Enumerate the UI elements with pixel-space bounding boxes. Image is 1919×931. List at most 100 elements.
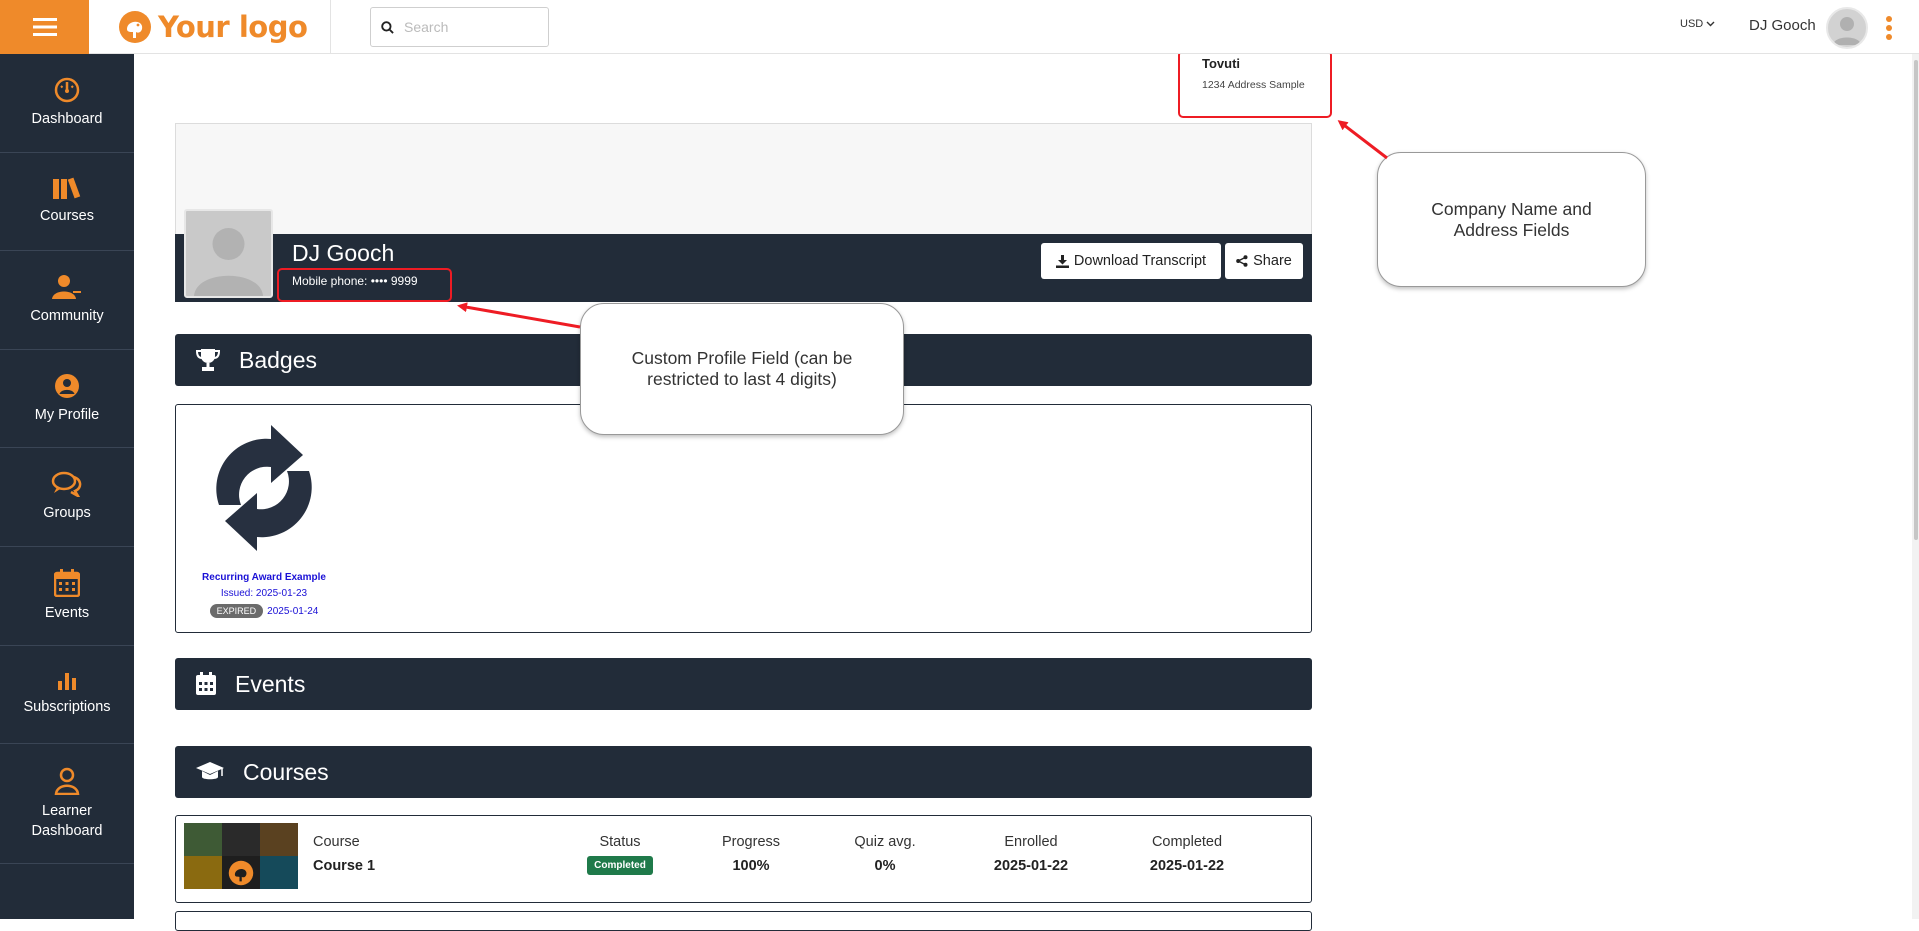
sidebar: Dashboard Courses Community My Profile G… [0,54,134,919]
badge-title[interactable]: Recurring Award Example [186,572,342,583]
logo-your: Your [158,10,230,44]
scrollbar-thumb[interactable] [1914,60,1918,540]
courses-section-title: Courses [243,758,329,785]
share-icon [1236,255,1248,267]
kebab-dot [1886,16,1892,22]
quiz-column-label: Quiz avg. [854,834,916,850]
company-callout: Company Name and Address Fields [1377,152,1646,287]
phone-highlight-box [277,268,452,302]
sidebar-item-label: Community [30,307,104,324]
bar-chart-icon [58,673,76,691]
kebab-dot [1886,34,1892,40]
graduation-cap-icon [196,762,224,780]
course-quiz-column: Quiz avg. 0% [840,834,930,874]
sidebar-item-subscriptions[interactable]: Subscriptions [0,646,134,745]
download-transcript-button[interactable]: Download Transcript [1041,243,1221,279]
course-completed-column: Completed 2025-01-22 [1132,834,1242,874]
search-box[interactable] [370,7,549,47]
enrolled-column-label: Enrolled [1004,834,1058,850]
divider [330,0,331,54]
user-circle-icon [55,373,79,398]
user-name[interactable]: DJ Gooch [1749,17,1816,34]
company-arrow [1337,120,1388,160]
course-name[interactable]: Course 1 [313,858,375,874]
course-enrolled-date: 2025-01-22 [993,858,1069,874]
progress-column-label: Progress [721,834,781,850]
currency-label: USD [1680,18,1704,30]
avatar-silhouette-icon [194,228,263,296]
menu-button[interactable] [0,0,89,54]
sidebar-item-dashboard[interactable]: Dashboard [0,54,134,153]
logo-logo: logo [238,10,308,44]
trophy-icon [195,349,221,371]
course-enrolled-column: Enrolled 2025-01-22 [976,834,1086,874]
badges-panel: Recurring Award Example Issued: 2025-01-… [175,404,1312,633]
completed-column-label: Completed [1151,834,1223,850]
sidebar-item-label: Groups [43,505,91,522]
expired-badge: EXPIRED [209,604,264,618]
sidebar-item-my-profile[interactable]: My Profile [0,350,134,449]
books-icon [53,177,81,200]
elephant-logo-icon [228,860,254,885]
custom-field-arrow [457,302,581,329]
avatar[interactable] [1826,7,1868,49]
comments-icon [51,471,82,498]
course-thumbnail[interactable] [184,823,298,889]
course-progress-column: Progress 100% [706,834,796,874]
course-quiz-avg: 0% [874,858,896,874]
currency-selector[interactable]: USD [1680,18,1715,30]
community-icon [52,274,81,299]
course-row[interactable]: Course Course 1 Status Completed Progres… [175,815,1312,903]
search-input[interactable] [402,18,542,36]
events-section-title: Events [235,670,306,697]
events-section-header: Events [175,658,1312,710]
badge-issued-date: Issued: 2025-01-23 [220,588,308,599]
sidebar-item-label: Subscriptions [23,699,111,716]
status-badge: Completed [587,856,653,875]
search-icon [381,20,394,34]
course-status-column: Status Completed [575,834,665,875]
sidebar-item-label: Events [44,604,90,621]
profile-avatar [184,209,273,298]
sidebar-item-learner-dashboard[interactable]: Learner Dashboard [0,744,134,865]
kebab-dot [1886,25,1892,31]
calendar-icon [54,568,80,597]
sidebar-item-courses[interactable]: Courses [0,153,134,252]
profile-cover [175,123,1312,234]
status-column-label: Status [599,834,641,850]
top-bar: Your logo USD DJ Gooch [0,0,1919,54]
sidebar-item-events[interactable]: Events [0,547,134,646]
calendar-icon [196,672,216,695]
badge-expiry-row: EXPIRED 2025-01-24 [186,604,342,618]
logo[interactable]: Your logo [118,7,308,47]
learner-icon [54,767,80,795]
sidebar-item-groups[interactable]: Groups [0,448,134,547]
custom-field-callout: Custom Profile Field (can be restricted … [580,303,904,435]
badges-section-title: Badges [239,346,318,373]
recurring-arrows-icon [216,425,312,551]
more-options-button[interactable] [1884,16,1894,40]
share-button[interactable]: Share [1225,243,1303,279]
course-column-label: Course [313,834,360,850]
courses-section-header: Courses [175,746,1312,798]
course-completed-date: 2025-01-22 [1149,858,1225,874]
course-row[interactable] [175,911,1312,931]
sidebar-item-label: Courses [40,208,94,225]
badge-card[interactable]: Recurring Award Example Issued: 2025-01-… [186,415,342,618]
avatar-silhouette-icon [1833,17,1861,45]
download-transcript-label: Download Transcript [1073,253,1207,269]
badge-expiry-date: 2025-01-24 [267,605,319,617]
company-highlight-box [1178,50,1332,118]
profile-name: DJ Gooch [292,240,395,266]
sidebar-item-label: Learner Dashboard [31,802,103,839]
share-label: Share [1253,253,1292,269]
sidebar-item-label: My Profile [34,406,100,423]
hamburger-icon [32,18,57,36]
download-icon [1055,254,1069,268]
sidebar-item-community[interactable]: Community [0,251,134,350]
dashboard-icon [54,77,80,103]
elephant-logo-icon [119,11,151,43]
chevron-down-icon [1706,21,1715,27]
course-progress: 100% [732,858,770,874]
course-name-column: Course Course 1 [313,834,375,874]
